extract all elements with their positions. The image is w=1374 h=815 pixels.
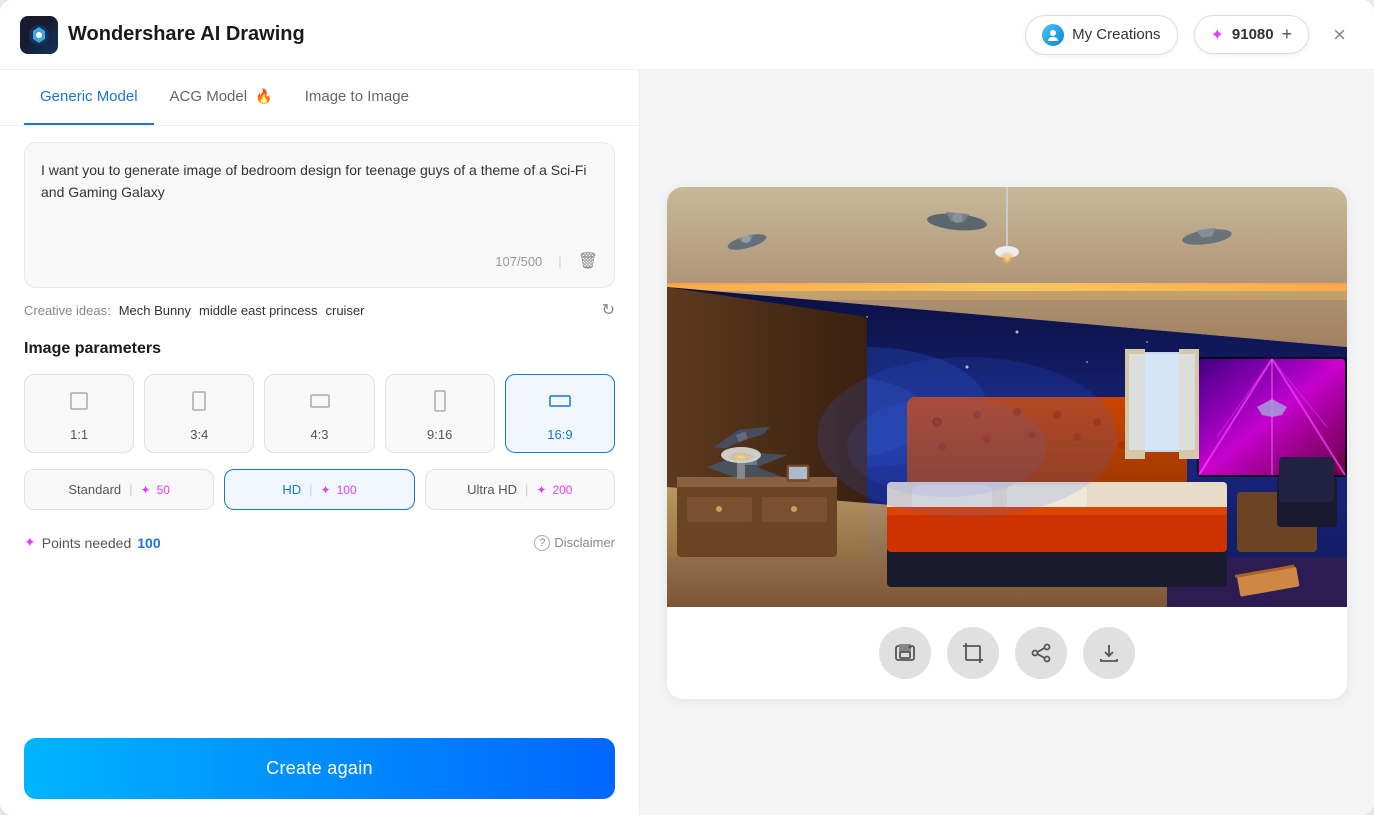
ratio-btn-3-4[interactable]: 3:4 — [144, 374, 254, 453]
create-again-button[interactable]: Create again — [24, 738, 615, 799]
quality-ultra[interactable]: Ultra HD | ✦ 200 — [425, 469, 615, 510]
refresh-ideas-icon[interactable]: ↻ — [602, 300, 615, 320]
creative-ideas-label: Creative ideas: — [24, 303, 111, 318]
points-needed-icon: ✦ — [24, 534, 36, 551]
left-panel: Generic Model ACG Model 🔥 Image to Image… — [0, 70, 640, 815]
points-value: 91080 — [1232, 26, 1274, 43]
disclaimer-link[interactable]: ? Disclaimer — [534, 535, 615, 551]
fire-icon: 🔥 — [255, 88, 272, 104]
quality-row: Standard | ✦ 50 HD | ✦ 100 Ultra HD | — [24, 469, 615, 510]
disclaimer-circle-icon: ? — [534, 535, 550, 551]
add-points-icon: + — [1282, 24, 1293, 45]
my-creations-label: My Creations — [1072, 26, 1160, 43]
ratio-icon-3-4 — [187, 389, 211, 419]
title-right: My Creations ✦ 91080 + × — [1025, 15, 1354, 55]
app-logo — [20, 16, 58, 54]
tab-image-to-image[interactable]: Image to Image — [289, 70, 425, 125]
separator: | — [558, 254, 561, 269]
title-left: Wondershare AI Drawing — [20, 16, 305, 54]
ratio-icon-9-16 — [428, 389, 452, 419]
char-count: 107/500 — [495, 254, 542, 269]
prompt-section: I want you to generate image of bedroom … — [0, 126, 639, 288]
my-creations-icon — [1042, 24, 1064, 46]
idea-tag-1[interactable]: middle east princess — [199, 303, 318, 318]
my-creations-button[interactable]: My Creations — [1025, 15, 1177, 55]
generated-image-container — [667, 187, 1347, 607]
points-info: ✦ Points needed 100 ? Disclaimer — [24, 526, 615, 559]
close-button[interactable]: × — [1325, 18, 1354, 52]
creative-ideas: Creative ideas: Mech Bunny middle east p… — [0, 288, 639, 332]
ratio-icon-4-3 — [308, 389, 332, 419]
ratio-icon-1-1 — [67, 389, 91, 419]
clear-prompt-icon[interactable]: 🗑 — [578, 251, 598, 271]
create-button-wrapper: Create again — [0, 722, 639, 815]
points-button[interactable]: ✦ 91080 + — [1194, 15, 1310, 54]
ratio-btn-1-1[interactable]: 1:1 — [24, 374, 134, 453]
tab-generic-model[interactable]: Generic Model — [24, 70, 154, 125]
quality-standard[interactable]: Standard | ✦ 50 — [24, 469, 214, 510]
standard-points-icon: ✦ — [141, 483, 151, 497]
prompt-footer: 107/500 | 🗑 — [41, 251, 598, 271]
right-panel — [640, 70, 1374, 815]
ratio-btn-16-9[interactable]: 16:9 — [505, 374, 615, 453]
idea-tag-2[interactable]: cruiser — [325, 303, 364, 318]
ratio-grid: 1:1 3:4 — [24, 374, 615, 453]
tabs: Generic Model ACG Model 🔥 Image to Image — [0, 70, 639, 126]
ratio-btn-4-3[interactable]: 4:3 — [264, 374, 374, 453]
generated-image-svg — [667, 187, 1347, 607]
download-button[interactable] — [1083, 627, 1135, 679]
idea-tag-0[interactable]: Mech Bunny — [119, 303, 191, 318]
crop-button[interactable] — [947, 627, 999, 679]
tab-acg-model[interactable]: ACG Model 🔥 — [154, 70, 289, 125]
ultra-points-icon: ✦ — [536, 483, 546, 497]
app-title: Wondershare AI Drawing — [68, 23, 305, 46]
hd-points-icon: ✦ — [321, 483, 331, 497]
params-section: Image parameters 1:1 — [0, 332, 639, 722]
app-window: Wondershare AI Drawing My Creations ✦ 91… — [0, 0, 1374, 815]
points-needed-value: 100 — [137, 535, 160, 551]
points-icon: ✦ — [1211, 25, 1224, 45]
save-to-computer-button[interactable] — [879, 627, 931, 679]
prompt-text[interactable]: I want you to generate image of bedroom … — [41, 159, 598, 239]
image-card — [667, 187, 1347, 699]
share-button[interactable] — [1015, 627, 1067, 679]
ratio-btn-9-16[interactable]: 9:16 — [385, 374, 495, 453]
main-content: Generic Model ACG Model 🔥 Image to Image… — [0, 70, 1374, 815]
quality-hd[interactable]: HD | ✦ 100 — [224, 469, 414, 510]
prompt-box: I want you to generate image of bedroom … — [24, 142, 615, 288]
points-needed: ✦ Points needed 100 — [24, 534, 161, 551]
params-title: Image parameters — [24, 340, 615, 358]
ratio-icon-16-9 — [548, 389, 572, 419]
image-toolbar — [859, 607, 1155, 699]
title-bar: Wondershare AI Drawing My Creations ✦ 91… — [0, 0, 1374, 70]
